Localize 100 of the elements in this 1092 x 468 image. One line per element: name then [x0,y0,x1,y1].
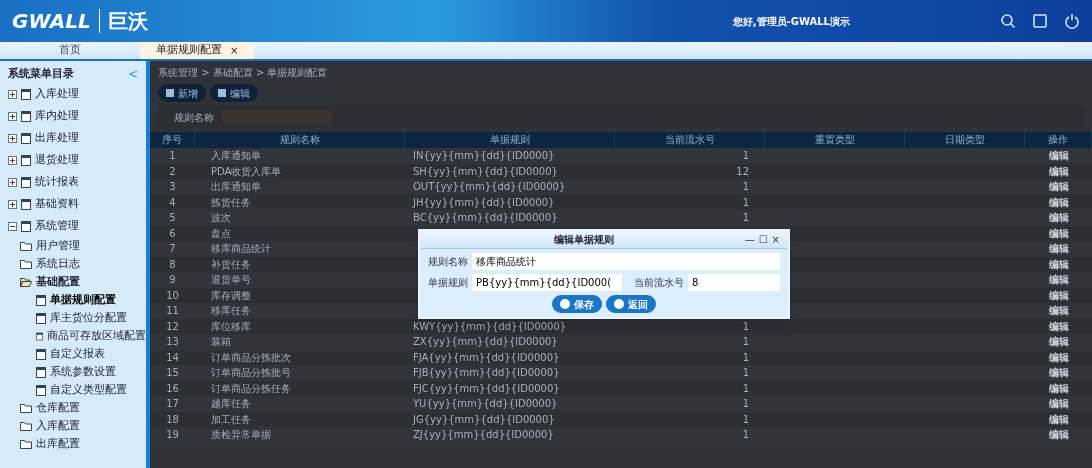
table-cell: 越库任务 [211,398,251,409]
menu-item[interactable]: 统计报表 [35,173,79,191]
edit-link[interactable]: 编辑 [1048,212,1069,223]
input-field[interactable]: 移库商品统计 [472,253,780,270]
toolbar-button[interactable]: 编辑 [210,84,258,102]
table-cell: 4 [169,196,176,208]
tab[interactable]: 单据规则配置 × [140,42,255,59]
table-cell: 14 [166,351,179,363]
menu-item[interactable]: 系统参数设置 [50,363,116,381]
menu-item[interactable]: 入库处理 [35,85,79,103]
edit-link[interactable]: 编辑 [1048,196,1069,208]
input-field[interactable]: PB{yy}{mm}{dd}{ID000( [472,274,622,291]
folder-icon[interactable] [20,403,32,413]
table-cell: PDA收货入库单 [211,165,282,177]
document-icon [21,132,31,144]
menu-item[interactable]: 出库处理 [35,129,79,147]
edit-link[interactable]: 编辑 [1048,429,1069,440]
document-icon [21,176,31,188]
search-label: 规则名称 [174,110,214,125]
collapse-icon[interactable] [8,221,17,231]
expand-icon[interactable] [8,89,17,99]
expand-icon[interactable] [8,155,17,165]
menu-item[interactable]: 自定义类型配置 [50,381,127,399]
table-cell: 1 [742,382,749,394]
menu-item[interactable]: 用户管理 [36,237,80,255]
save-button[interactable]: 保存 [552,295,602,313]
table-cell: 拣货任务 [211,196,251,208]
folder-icon[interactable] [20,421,32,431]
edit-link[interactable]: 编辑 [1048,150,1069,161]
edit-link[interactable]: 编辑 [1048,258,1069,270]
edit-link[interactable]: 编辑 [1048,181,1069,192]
breadcrumb: 系统管理 > 基础配置 > 单据规则配置 [158,66,329,80]
edit-link[interactable]: 编辑 [1048,382,1069,394]
expand-icon[interactable] [8,199,17,209]
document-icon [36,294,46,306]
window-icon[interactable] [1032,13,1048,29]
expand-icon[interactable] [8,133,17,143]
folder-icon[interactable] [20,241,32,251]
maximize-icon[interactable]: ☐ [758,232,768,247]
menu-item[interactable]: 仓库配置 [36,399,80,417]
sidebar-title: 系统菜单目录 [8,65,74,82]
menu-item[interactable]: 入库配置 [36,417,80,435]
close-icon[interactable]: × [230,43,239,58]
close-icon[interactable]: × [771,232,780,247]
table-cell: 移库任务 [211,305,251,316]
table-cell: 1 [742,150,749,161]
menu-item[interactable]: 退货处理 [35,151,79,169]
input-field[interactable]: 8 [688,274,780,291]
minimize-icon[interactable]: — [744,232,755,247]
edit-link[interactable]: 编辑 [1048,227,1069,239]
table-cell: 12 [166,320,179,332]
edit-link[interactable]: 编辑 [1048,413,1069,425]
menu-item[interactable]: 系统日志 [36,255,80,273]
tab[interactable]: 首页 [0,42,140,59]
menu-item[interactable]: 系统管理 [35,217,79,235]
field-label: 规则名称 [428,255,468,269]
edit-link[interactable]: 编辑 [1048,165,1069,177]
search-icon[interactable] [1000,13,1016,29]
table-cell: YU{yy}{mm}{dd}{ID0000} [413,398,558,409]
edit-link[interactable]: 编辑 [1048,274,1069,285]
folder-icon[interactable] [20,439,32,449]
menu-item[interactable]: 商品可存放区域配置 [47,327,146,345]
document-icon [21,220,31,232]
table-cell: 1 [169,150,176,161]
table-cell: BC{yy}{mm}{dd}{ID0000} [413,212,558,223]
table-cell: 装箱 [211,336,231,347]
table-cell: 12 [736,165,749,177]
back-button[interactable]: 返回 [606,295,656,313]
menu-item[interactable]: 自定义报表 [50,345,105,363]
table-cell: 19 [166,429,179,440]
edit-link[interactable]: 编辑 [1048,320,1069,332]
table-cell: ZX{yy}{mm}{dd}{ID0000} [413,336,558,347]
logo-text: GWALL [12,8,91,35]
edit-link[interactable]: 编辑 [1048,351,1069,363]
menu-item[interactable]: 单据规则配置 [50,291,116,309]
document-icon [21,154,31,166]
menu-item[interactable]: 出库配置 [36,435,80,453]
edit-link[interactable]: 编辑 [1048,336,1069,347]
edit-link[interactable]: 编辑 [1048,289,1069,301]
field-label: 当前流水号 [634,276,684,290]
expand-icon[interactable] [8,111,17,121]
edit-link[interactable]: 编辑 [1048,367,1069,378]
table-cell: 17 [166,398,179,409]
table-cell: 1 [742,367,749,378]
dialog-title: 编辑单据规则 [553,233,616,247]
menu-item[interactable]: 基础资料 [35,195,79,213]
open-folder-icon[interactable] [20,277,32,287]
table-cell: 移库商品统计 [211,243,271,254]
power-icon[interactable] [1064,13,1080,29]
toolbar-button[interactable]: 新增 [158,84,206,102]
edit-link[interactable]: 编辑 [1048,398,1069,409]
menu-item[interactable]: 库主货位分配置 [50,309,127,327]
table-cell: 15 [166,367,179,378]
edit-link[interactable]: 编辑 [1048,305,1069,316]
field-label: 单据规则 [428,276,468,290]
edit-link[interactable]: 编辑 [1048,243,1069,254]
folder-icon[interactable] [20,259,32,269]
menu-item[interactable]: 基础配置 [36,273,80,291]
expand-icon[interactable] [8,177,17,187]
menu-item[interactable]: 库内处理 [35,107,79,125]
